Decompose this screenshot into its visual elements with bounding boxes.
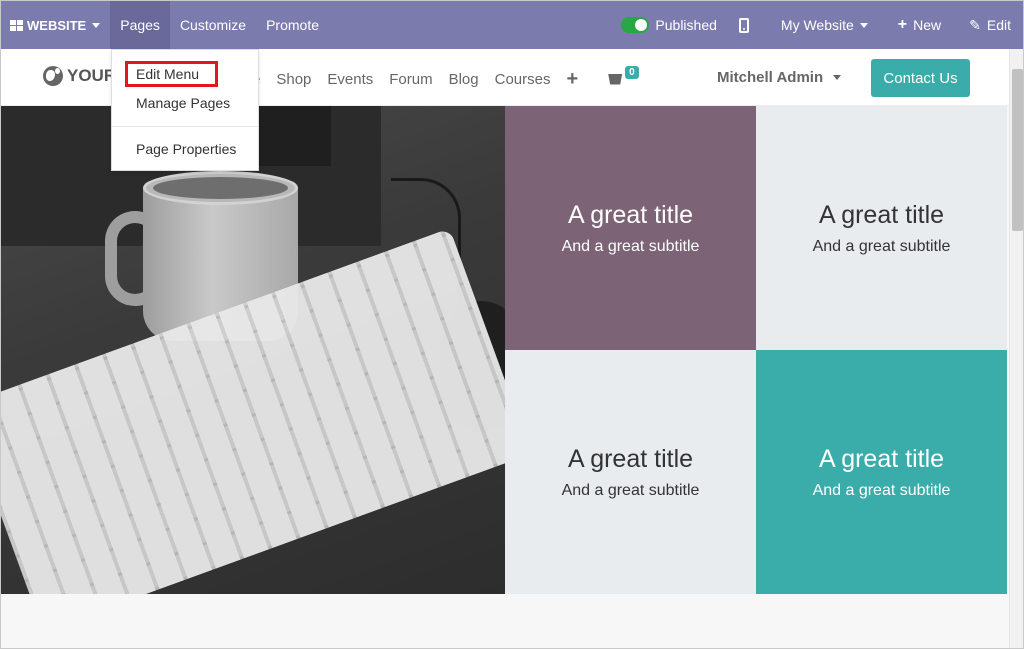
plus-icon: +: [897, 16, 908, 33]
page-body-below: [1, 594, 1009, 648]
nav-item-blog[interactable]: Blog: [449, 71, 479, 88]
my-website-label: My Website: [780, 17, 854, 33]
pages-menu[interactable]: Pages: [110, 1, 170, 49]
site-logo[interactable]: YOUR: [43, 66, 116, 86]
tile-subtitle: And a great subtitle: [812, 237, 951, 255]
user-name: Mitchell Admin: [717, 69, 824, 86]
mug-inner-shape: [153, 177, 288, 199]
website-app-menu[interactable]: WEBSITE: [1, 1, 110, 49]
contact-us-button[interactable]: Contact Us: [871, 59, 970, 97]
feature-tile: A great title And a great subtitle: [756, 106, 1007, 350]
nav-item-events[interactable]: Events: [327, 71, 373, 88]
published-label: Published: [655, 17, 717, 33]
cart-count-badge: 0: [625, 65, 639, 79]
app-label: WEBSITE: [27, 17, 87, 33]
site-nav: e Shop Events Forum Blog Courses + 0: [252, 65, 639, 89]
nav-item-courses[interactable]: Courses: [495, 71, 551, 88]
browser-frame: WEBSITE Pages Customize Promote Publishe…: [0, 0, 1024, 649]
tile-subtitle: And a great subtitle: [812, 481, 951, 499]
toggle-icon: [621, 17, 650, 33]
globe-icon: [43, 66, 63, 86]
edit-button[interactable]: ✎ Edit: [959, 1, 1023, 49]
edit-menu-item[interactable]: Edit Menu: [136, 66, 199, 82]
published-toggle[interactable]: Published: [611, 1, 735, 49]
hero-desk-image: [1, 106, 505, 594]
page-scrollbar[interactable]: [1009, 49, 1023, 648]
dropdown-divider: [112, 126, 258, 127]
add-menu-plus-icon[interactable]: +: [566, 69, 578, 89]
scrollbar-thumb[interactable]: [1012, 69, 1023, 231]
promote-menu[interactable]: Promote: [256, 1, 329, 49]
feature-tile: A great title And a great subtitle: [756, 350, 1007, 594]
tile-title: A great title: [567, 200, 694, 229]
mobile-preview-button[interactable]: [735, 1, 771, 49]
tile-subtitle: And a great subtitle: [561, 237, 700, 255]
logo-text: YOUR: [67, 66, 117, 85]
tile-title: A great title: [567, 444, 694, 473]
tile-title: A great title: [818, 200, 945, 229]
tile-subtitle: And a great subtitle: [561, 481, 700, 499]
page-properties-item[interactable]: Page Properties: [136, 141, 236, 157]
editor-topbar: WEBSITE Pages Customize Promote Publishe…: [1, 1, 1023, 49]
caret-down-icon: [92, 22, 101, 28]
feature-tile: A great title And a great subtitle: [505, 350, 756, 594]
cart-link[interactable]: 0: [608, 65, 639, 85]
edit-label: Edit: [986, 17, 1011, 33]
pencil-icon: ✎: [969, 16, 981, 33]
caret-down-icon: [859, 22, 868, 28]
nav-item-shop[interactable]: Shop: [276, 71, 311, 88]
feature-tile: A great title And a great subtitle: [505, 106, 756, 350]
new-button[interactable]: + New: [888, 1, 959, 49]
mobile-icon: [738, 17, 749, 33]
nav-item-forum[interactable]: Forum: [389, 71, 432, 88]
user-menu[interactable]: Mitchell Admin: [717, 69, 842, 86]
customize-menu[interactable]: Customize: [170, 1, 256, 49]
new-label: New: [913, 17, 942, 33]
apps-grid-icon: [10, 19, 23, 31]
my-website-menu[interactable]: My Website: [771, 1, 888, 49]
manage-pages-item[interactable]: Manage Pages: [136, 95, 230, 111]
tile-title: A great title: [818, 444, 945, 473]
caret-down-icon: [833, 75, 842, 80]
cart-icon: [608, 73, 623, 85]
pages-dropdown: Edit Menu Manage Pages Page Properties: [111, 49, 259, 171]
